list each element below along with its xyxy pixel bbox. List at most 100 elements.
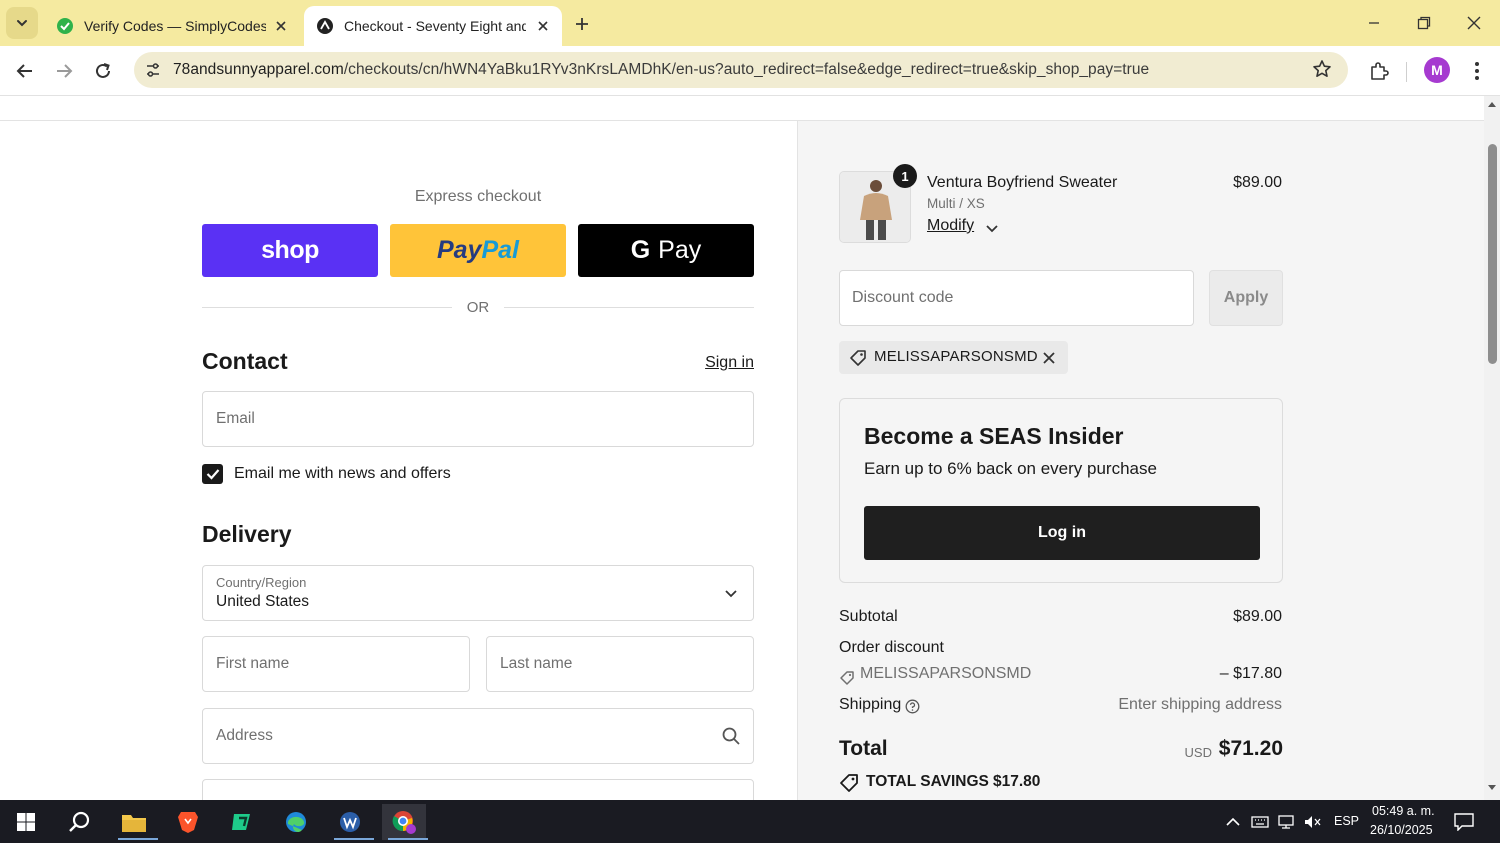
paypal-button[interactable]: Pay Pal bbox=[390, 224, 566, 277]
chevron-down-icon bbox=[725, 590, 737, 598]
folder-icon bbox=[122, 815, 146, 832]
tray-network[interactable] bbox=[1276, 812, 1296, 832]
arrow-left-icon bbox=[16, 64, 32, 78]
extensions-button[interactable] bbox=[1364, 56, 1394, 86]
close-window-button[interactable] bbox=[1461, 10, 1487, 36]
total-savings-label: TOTAL SAVINGS bbox=[866, 773, 989, 790]
newsletter-checkbox[interactable] bbox=[202, 464, 223, 484]
windows-logo-icon bbox=[17, 813, 35, 831]
scroll-up-icon[interactable] bbox=[1487, 100, 1497, 108]
taskbar-edge[interactable] bbox=[274, 804, 318, 840]
tab-title: Checkout - Seventy Eight and S bbox=[344, 18, 526, 34]
insider-subtitle: Earn up to 6% back on every purchase bbox=[864, 459, 1157, 478]
running-indicator bbox=[388, 838, 428, 840]
email-field[interactable]: Email bbox=[202, 391, 754, 447]
browser-toolbar: 78andsunnyapparel.com/checkouts/cn/hWN4Y… bbox=[0, 46, 1500, 96]
wordpad-icon bbox=[340, 812, 360, 832]
reload-button[interactable] bbox=[88, 56, 118, 86]
tray-overflow-button[interactable] bbox=[1223, 812, 1243, 832]
profile-avatar[interactable]: M bbox=[1424, 57, 1450, 83]
insider-promo-box: Become a SEAS Insider Earn up to 6% back… bbox=[839, 398, 1283, 583]
browser-menu-button[interactable] bbox=[1464, 56, 1490, 86]
tag-icon bbox=[850, 350, 866, 366]
last-name-placeholder: Last name bbox=[500, 655, 573, 672]
running-indicator bbox=[334, 838, 374, 840]
taskbar-app-green[interactable] bbox=[220, 804, 264, 840]
taskbar-chrome[interactable] bbox=[382, 804, 428, 840]
gpay-text: Pay bbox=[658, 236, 702, 264]
green-app-icon bbox=[232, 814, 250, 830]
modify-link[interactable]: Modify bbox=[927, 217, 974, 235]
discount-code-field[interactable]: Discount code bbox=[839, 270, 1194, 326]
page-scrollbar[interactable] bbox=[1484, 96, 1500, 800]
notifications-button[interactable] bbox=[1454, 812, 1474, 832]
order-discount-code: MELISSAPARSONSMD bbox=[860, 665, 1032, 682]
chevron-down-icon bbox=[17, 20, 27, 27]
order-discount-label: Order discount bbox=[839, 639, 944, 656]
paypal-logo-part2: Pal bbox=[481, 236, 519, 264]
restore-button[interactable] bbox=[1411, 10, 1437, 36]
bookmark-star-icon[interactable] bbox=[1312, 59, 1334, 81]
taskbar-file-explorer[interactable] bbox=[112, 804, 158, 840]
restore-icon bbox=[1417, 16, 1431, 30]
store-favicon-icon bbox=[317, 18, 333, 34]
first-name-field[interactable]: First name bbox=[202, 636, 470, 692]
email-placeholder: Email bbox=[216, 410, 255, 427]
minimize-icon bbox=[1369, 22, 1379, 24]
chevron-up-icon bbox=[1226, 817, 1240, 826]
address-field[interactable]: Address bbox=[202, 708, 754, 764]
taskbar-search-button[interactable] bbox=[58, 804, 102, 840]
clock-time[interactable]: 05:49 a. m. bbox=[1372, 804, 1435, 818]
taskbar-wordpad[interactable] bbox=[328, 804, 374, 840]
last-name-field[interactable]: Last name bbox=[486, 636, 754, 692]
total-value: $71.20 bbox=[1218, 737, 1283, 760]
new-tab-button[interactable] bbox=[568, 10, 596, 38]
tab-search-dropdown-button[interactable] bbox=[6, 7, 38, 39]
scroll-down-icon[interactable] bbox=[1487, 784, 1497, 792]
minimize-button[interactable] bbox=[1361, 10, 1387, 36]
site-info-icon[interactable] bbox=[142, 59, 164, 81]
tray-keyboard[interactable] bbox=[1250, 812, 1270, 832]
notification-icon bbox=[1454, 813, 1474, 831]
login-button[interactable]: Log in bbox=[864, 506, 1260, 560]
tab-checkout[interactable]: Checkout - Seventy Eight and S bbox=[304, 6, 562, 46]
input-language[interactable]: ESP bbox=[1334, 814, 1359, 828]
chevron-down-icon[interactable] bbox=[985, 221, 999, 235]
tray-volume[interactable] bbox=[1302, 812, 1322, 832]
product-name: Ventura Boyfriend Sweater bbox=[927, 174, 1118, 191]
reload-icon bbox=[96, 63, 110, 78]
apply-discount-button[interactable]: Apply bbox=[1209, 270, 1283, 326]
shipping-value: Enter shipping address bbox=[1118, 696, 1282, 713]
scroll-thumb[interactable] bbox=[1488, 144, 1497, 364]
close-tab-icon[interactable] bbox=[272, 17, 290, 35]
tag-icon bbox=[840, 774, 858, 792]
clock-date[interactable]: 26/10/2025 bbox=[1370, 823, 1433, 837]
google-pay-button[interactable]: G Pay bbox=[578, 224, 754, 277]
address-line-2-field[interactable] bbox=[202, 779, 754, 800]
paypal-logo-part1: Pay bbox=[436, 236, 482, 264]
country-label: Country/Region bbox=[216, 575, 307, 590]
country-select[interactable]: Country/Region United States bbox=[202, 565, 754, 621]
help-circle-icon[interactable] bbox=[905, 699, 920, 714]
url-host: 78andsunnyapparel.com bbox=[173, 61, 344, 78]
subtotal-label: Subtotal bbox=[839, 608, 898, 625]
country-value: United States bbox=[216, 593, 310, 610]
tab-verify-codes[interactable]: Verify Codes — SimplyCodes bbox=[44, 6, 300, 46]
forward-button[interactable] bbox=[49, 56, 79, 86]
product-price: $89.00 bbox=[1233, 174, 1282, 191]
first-name-placeholder: First name bbox=[216, 655, 290, 672]
close-tab-icon[interactable] bbox=[534, 17, 552, 35]
total-label: Total bbox=[839, 737, 888, 760]
remove-discount-icon[interactable] bbox=[1042, 351, 1056, 365]
back-button[interactable] bbox=[10, 56, 40, 86]
start-button[interactable] bbox=[4, 804, 48, 840]
shop-pay-button[interactable]: shop bbox=[202, 224, 378, 277]
sign-in-link[interactable]: Sign in bbox=[654, 354, 754, 372]
simplycodes-favicon-icon bbox=[57, 18, 73, 34]
address-bar[interactable]: 78andsunnyapparel.com/checkouts/cn/hWN4Y… bbox=[134, 52, 1348, 88]
checkout-page: Express checkout shop Pay Pal G Pay OR Con… bbox=[0, 96, 1484, 800]
taskbar-brave[interactable] bbox=[166, 804, 210, 840]
close-icon bbox=[1467, 16, 1481, 30]
insider-title: Become a SEAS Insider bbox=[864, 423, 1124, 449]
url-path: /checkouts/cn/hWN4YaBku1RYv3nKrsLAMDhK/e… bbox=[343, 61, 1150, 78]
